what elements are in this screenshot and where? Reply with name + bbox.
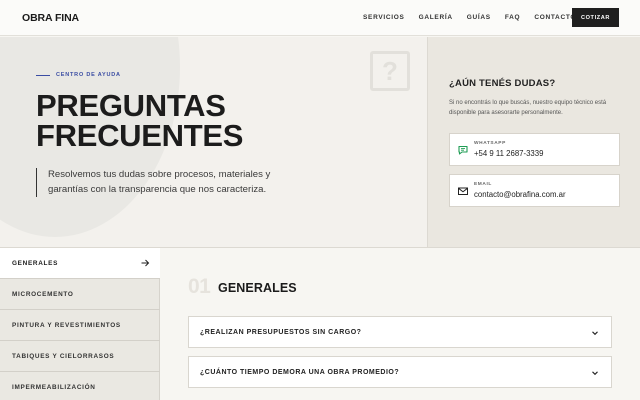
nav-link-guias[interactable]: GUÍAS xyxy=(467,14,491,21)
whatsapp-number[interactable]: +54 9 11 2687-3339 xyxy=(474,149,543,158)
site-header: OBRA FINA SERVICIOS GALERÍA GUÍAS FAQ CO… xyxy=(0,0,640,36)
faq-section: GENERALES MICROCEMENTO PINTURA Y REVESTI… xyxy=(0,247,640,400)
category-label: TABIQUES Y CIELORRASOS xyxy=(12,352,115,360)
category-label: MICROCEMENTO xyxy=(12,290,74,298)
category-generales[interactable]: GENERALES xyxy=(0,248,160,279)
help-description: Si no encontrás lo que buscás, nuestro e… xyxy=(449,100,607,116)
hero-section: ? CENTRO DE AYUDA PREGUNTAS FRECUENTES R… xyxy=(0,37,427,247)
chevron-down-icon xyxy=(592,371,598,376)
page-title-line2: FRECUENTES xyxy=(36,118,244,153)
nav-link-servicios[interactable]: SERVICIOS xyxy=(363,14,405,21)
email-card[interactable]: EMAIL contacto@obrafina.com.ar xyxy=(449,174,620,207)
nav-link-contacto[interactable]: CONTACTO xyxy=(534,14,576,21)
email-address[interactable]: contacto@obrafina.com.ar xyxy=(474,190,566,199)
category-pintura-revestimientos[interactable]: PINTURA Y REVESTIMIENTOS xyxy=(0,310,160,341)
hero-lead: Resolvemos tus dudas sobre procesos, mat… xyxy=(36,168,272,198)
eyebrow-text: CENTRO DE AYUDA xyxy=(56,72,121,78)
main-nav: SERVICIOS GALERÍA GUÍAS FAQ CONTACTO xyxy=(363,14,590,21)
faq-item[interactable]: ¿REALIZAN PRESUPUESTOS SIN CARGO? xyxy=(188,316,612,348)
category-sidebar: GENERALES MICROCEMENTO PINTURA Y REVESTI… xyxy=(0,248,160,400)
whatsapp-card[interactable]: WHATSAPP +54 9 11 2687-3339 xyxy=(449,133,620,166)
email-label: EMAIL xyxy=(474,182,492,187)
category-label: PINTURA Y REVESTIMIENTOS xyxy=(12,321,121,329)
page-title-line1: PREGUNTAS xyxy=(36,88,226,123)
category-label: GENERALES xyxy=(12,259,59,267)
faq-item[interactable]: ¿CUÁNTO TIEMPO DEMORA UNA OBRA PROMEDIO? xyxy=(188,356,612,388)
help-title: ¿AÚN TENÉS DUDAS? xyxy=(449,78,556,89)
mail-icon xyxy=(458,187,468,195)
eyebrow: CENTRO DE AYUDA xyxy=(36,72,121,78)
faq-question: ¿CUÁNTO TIEMPO DEMORA UNA OBRA PROMEDIO? xyxy=(200,369,400,376)
nav-link-faq[interactable]: FAQ xyxy=(505,14,520,21)
category-microcemento[interactable]: MICROCEMENTO xyxy=(0,279,160,310)
eyebrow-line xyxy=(36,74,50,76)
whatsapp-icon xyxy=(458,145,468,155)
page-title: PREGUNTAS FRECUENTES xyxy=(36,88,244,153)
arrow-right-icon xyxy=(141,259,150,267)
chevron-down-icon xyxy=(592,331,598,336)
section-number: 01 xyxy=(188,275,211,298)
category-tabiques-cielorrasos[interactable]: TABIQUES Y CIELORRASOS xyxy=(0,341,160,372)
faq-question: ¿REALIZAN PRESUPUESTOS SIN CARGO? xyxy=(200,329,362,336)
help-panel: ¿AÚN TENÉS DUDAS? Si no encontrás lo que… xyxy=(427,37,640,247)
whatsapp-label: WHATSAPP xyxy=(474,141,506,146)
logo[interactable]: OBRA FINA xyxy=(22,12,79,24)
section-title: GENERALES xyxy=(218,281,297,295)
question-icon: ? xyxy=(370,51,410,91)
category-label: IMPERMEABILIZACIÓN xyxy=(12,383,96,391)
cotizar-button[interactable]: COTIZAR xyxy=(572,8,619,27)
category-impermeabilizacion[interactable]: IMPERMEABILIZACIÓN xyxy=(0,372,160,400)
nav-link-galeria[interactable]: GALERÍA xyxy=(419,14,453,21)
